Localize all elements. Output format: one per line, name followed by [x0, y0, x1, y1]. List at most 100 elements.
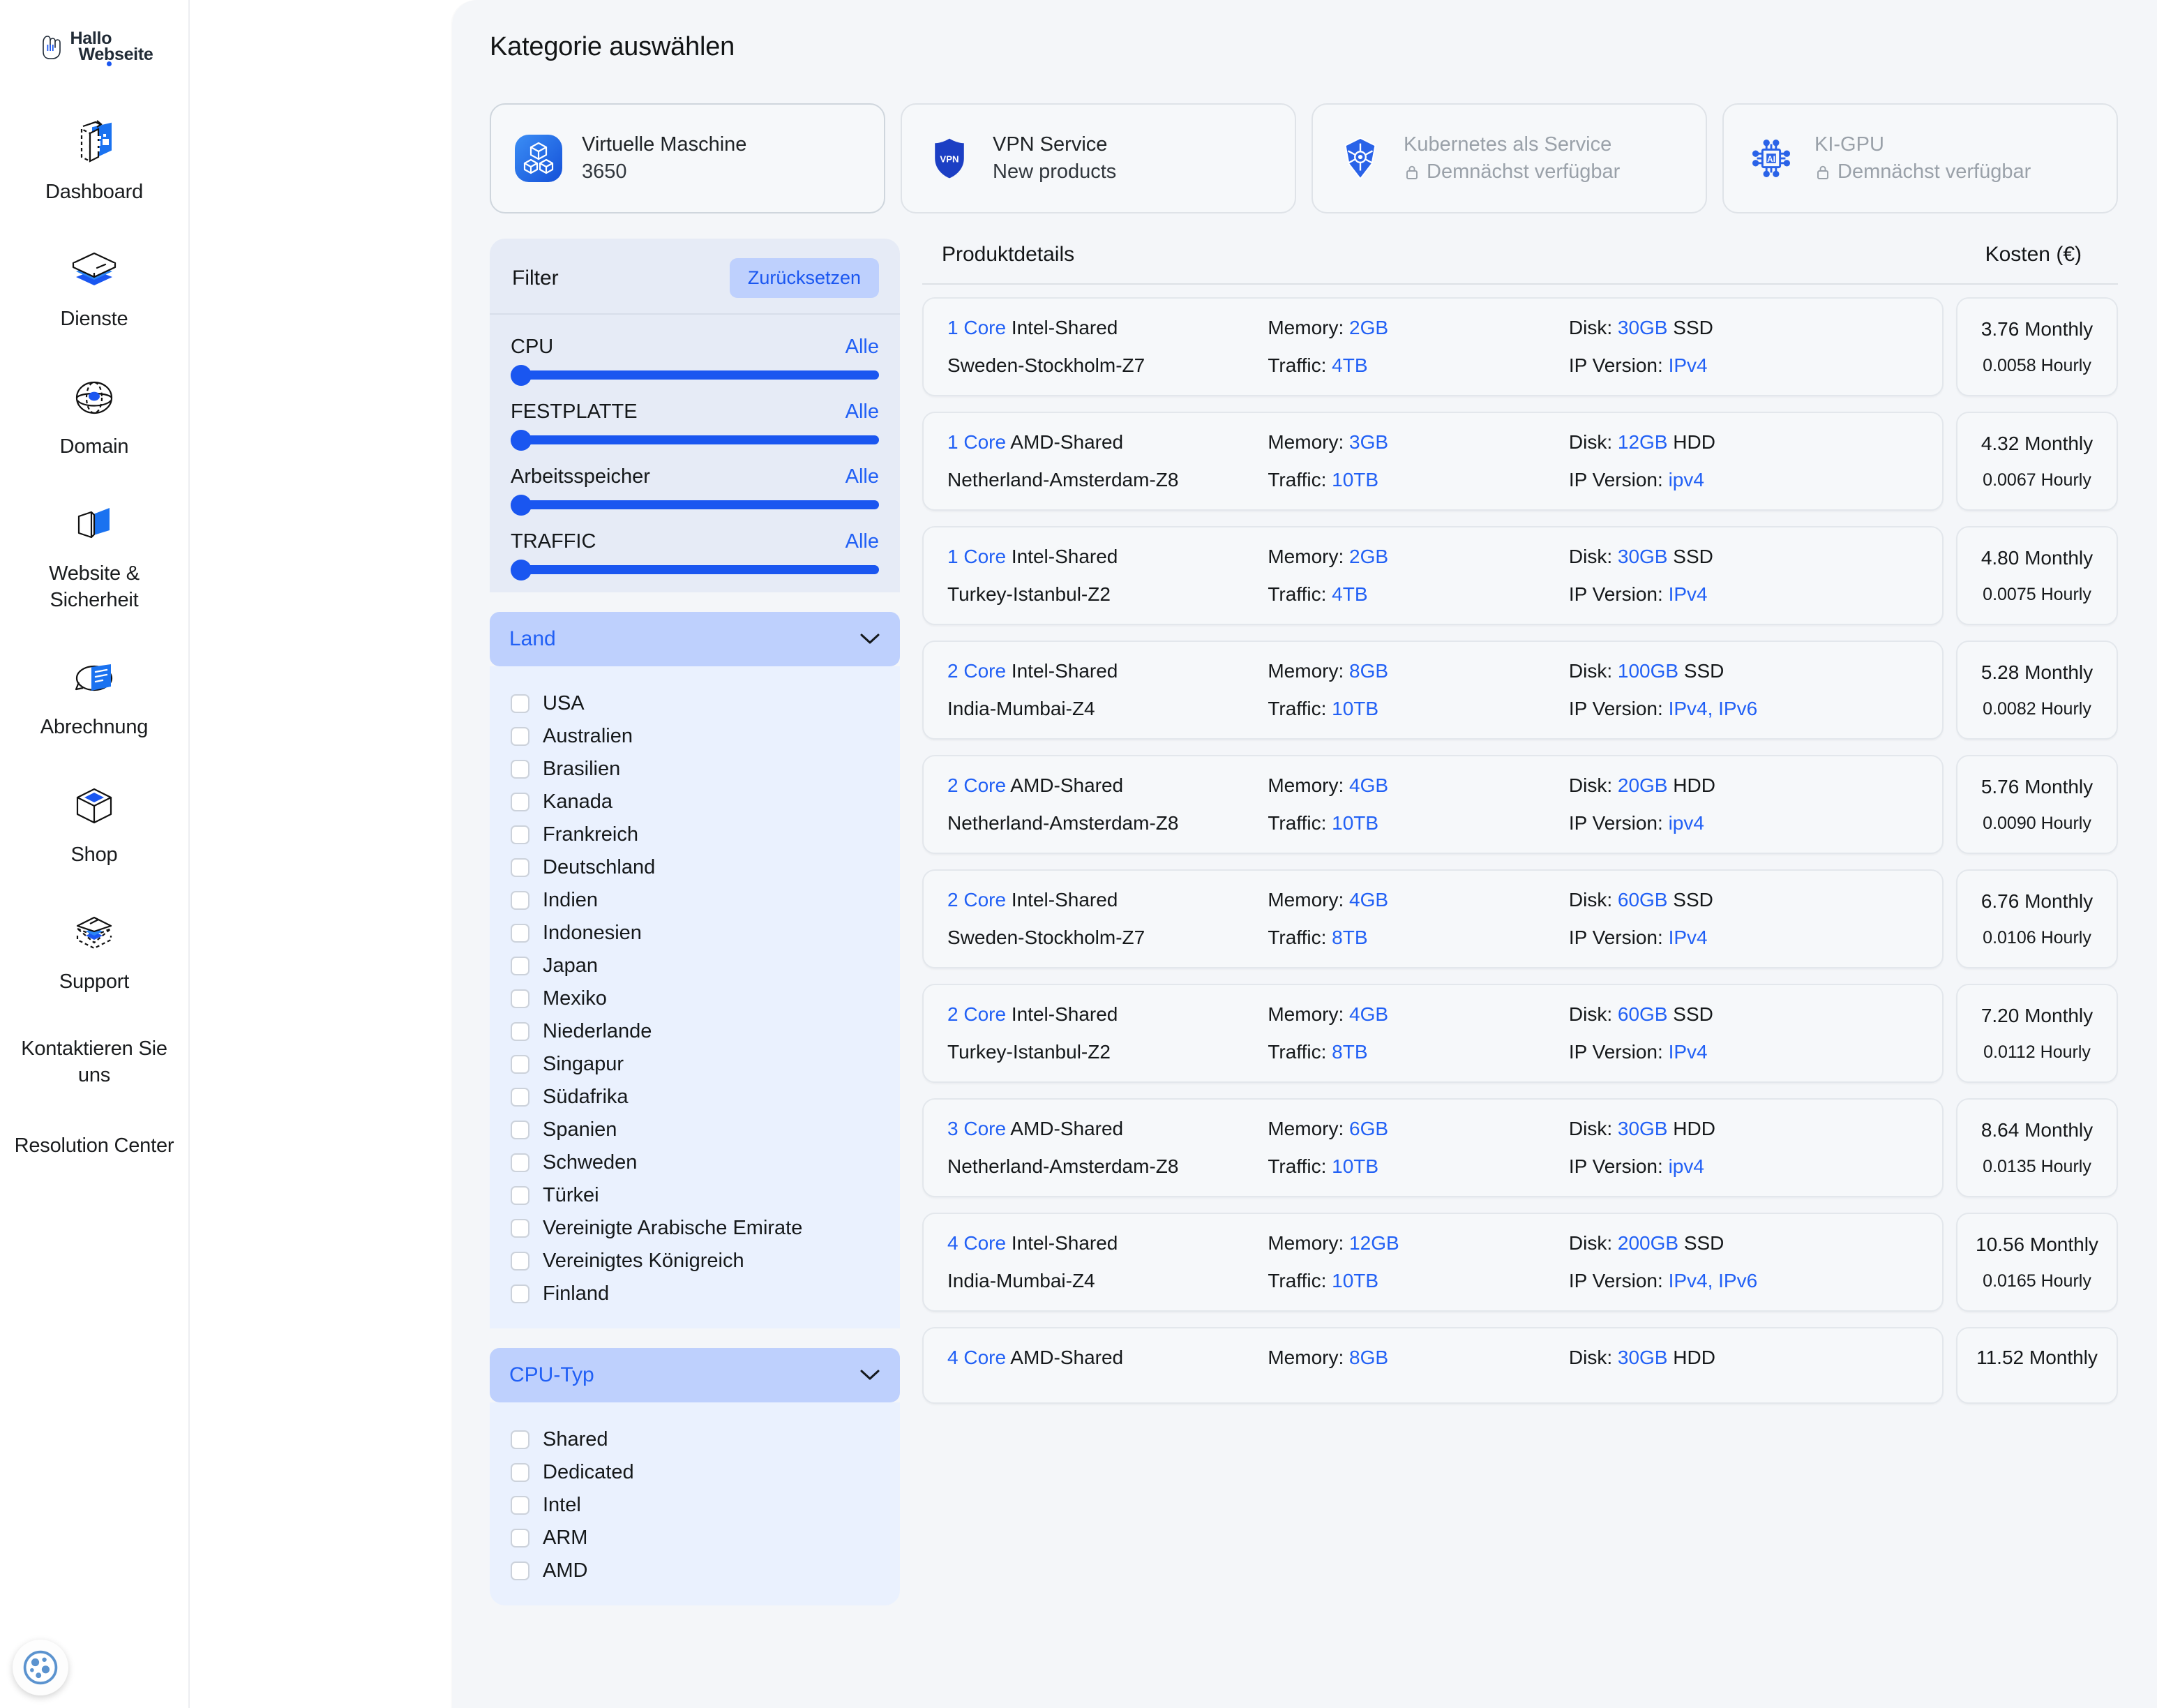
- checkbox[interactable]: [511, 1088, 529, 1107]
- checkbox[interactable]: [511, 1463, 529, 1482]
- slider-thumb[interactable]: [511, 429, 532, 451]
- checkbox[interactable]: [511, 957, 529, 975]
- product-row[interactable]: 4 Core Intel-Shared Memory: 12GB Disk: 200…: [922, 1213, 2118, 1312]
- country-option[interactable]: Brasilien: [490, 753, 900, 786]
- reset-filters-button[interactable]: Zurücksetzen: [729, 258, 879, 298]
- checkbox[interactable]: [511, 891, 529, 910]
- country-option[interactable]: USA: [490, 687, 900, 720]
- product-cost-card[interactable]: 5.28 Monthly 0.0082 Hourly: [1956, 640, 2118, 740]
- country-option[interactable]: Südafrika: [490, 1081, 900, 1114]
- checkbox[interactable]: [511, 924, 529, 943]
- product-row[interactable]: 1 Core AMD-Shared Memory: 3GB Disk: 12GB H…: [922, 412, 2118, 511]
- product-cost-card[interactable]: 11.52 Monthly: [1956, 1327, 2118, 1404]
- product-detail-card[interactable]: 2 Core Intel-Shared Memory: 4GB Disk: 60GB…: [922, 984, 1944, 1083]
- slider-value[interactable]: Alle: [845, 465, 879, 488]
- product-cost-card[interactable]: 10.56 Monthly 0.0165 Hourly: [1956, 1213, 2118, 1312]
- country-option[interactable]: Deutschland: [490, 851, 900, 884]
- sidebar-item-abrechnung[interactable]: Abrechnung: [0, 638, 188, 750]
- product-detail-card[interactable]: 1 Core Intel-Shared Memory: 2GB Disk: 30GB…: [922, 526, 1944, 625]
- accessibility-button[interactable]: [13, 1640, 68, 1695]
- product-row[interactable]: 1 Core Intel-Shared Memory: 2GB Disk: 30GB…: [922, 526, 2118, 625]
- category-card-kubernetes[interactable]: Kubernetes als Service Demnächst verfügb…: [1312, 103, 1707, 214]
- country-option[interactable]: Finland: [490, 1278, 900, 1310]
- german-flag-icon[interactable]: [2075, 27, 2118, 70]
- country-option[interactable]: Türkei: [490, 1179, 900, 1212]
- checkbox[interactable]: [511, 858, 529, 877]
- sidebar-item-resolution-center[interactable]: Resolution Center: [0, 1117, 188, 1169]
- slider-value[interactable]: Alle: [845, 336, 879, 359]
- checkbox[interactable]: [511, 1022, 529, 1041]
- checkbox[interactable]: [511, 1219, 529, 1238]
- slider-thumb[interactable]: [511, 364, 532, 386]
- checkbox[interactable]: [511, 760, 529, 779]
- product-cost-card[interactable]: 8.64 Monthly 0.0135 Hourly: [1956, 1098, 2118, 1197]
- product-cost-card[interactable]: 7.20 Monthly 0.0112 Hourly: [1956, 984, 2118, 1083]
- checkbox[interactable]: [511, 694, 529, 713]
- checkbox[interactable]: [511, 1529, 529, 1548]
- country-option[interactable]: Singapur: [490, 1048, 900, 1081]
- checkbox[interactable]: [511, 825, 529, 844]
- checkbox[interactable]: [511, 1496, 529, 1515]
- slider-track[interactable]: [511, 364, 879, 386]
- product-row[interactable]: 4 Core AMD-Shared Memory: 8GB Disk: 30GB H…: [922, 1327, 2118, 1404]
- sidebar-item-website-sicherheit[interactable]: Website & Sicherheit: [0, 485, 188, 624]
- product-detail-card[interactable]: 1 Core AMD-Shared Memory: 3GB Disk: 12GB H…: [922, 412, 1944, 511]
- checkbox[interactable]: [511, 1121, 529, 1139]
- country-option[interactable]: Spanien: [490, 1114, 900, 1146]
- product-row[interactable]: 1 Core Intel-Shared Memory: 2GB Disk: 30GB…: [922, 297, 2118, 396]
- country-option[interactable]: Mexiko: [490, 982, 900, 1015]
- sidebar-item-support[interactable]: Support: [0, 893, 188, 1005]
- cpu-type-option[interactable]: ARM: [490, 1522, 900, 1555]
- checkbox[interactable]: [511, 1186, 529, 1205]
- checkbox[interactable]: [511, 1252, 529, 1271]
- slider-thumb[interactable]: [511, 494, 532, 516]
- category-card-vpn-service[interactable]: VPN VPN Service New products: [901, 103, 1296, 214]
- sidebar-item-dienste[interactable]: Dienste: [0, 230, 188, 342]
- slider-track[interactable]: [511, 429, 879, 451]
- product-detail-card[interactable]: 2 Core Intel-Shared Memory: 4GB Disk: 60GB…: [922, 869, 1944, 968]
- sidebar-item-kontaktieren-sie-uns[interactable]: Kontaktieren Sie uns: [0, 1020, 188, 1099]
- country-option[interactable]: Schweden: [490, 1146, 900, 1179]
- country-option[interactable]: Australien: [490, 720, 900, 753]
- sidebar-item-dashboard[interactable]: Dashboard: [0, 103, 188, 215]
- product-detail-card[interactable]: 3 Core AMD-Shared Memory: 6GB Disk: 30GB H…: [922, 1098, 1944, 1197]
- checkbox[interactable]: [511, 1561, 529, 1580]
- cpu-type-option[interactable]: AMD: [490, 1555, 900, 1587]
- slider-value[interactable]: Alle: [845, 530, 879, 553]
- checkbox[interactable]: [511, 1284, 529, 1303]
- accordion-cpu-typ[interactable]: CPU-Typ: [490, 1348, 900, 1402]
- country-option[interactable]: Japan: [490, 950, 900, 982]
- country-option[interactable]: Vereinigte Arabische Emirate: [490, 1212, 900, 1245]
- country-option[interactable]: Kanada: [490, 786, 900, 818]
- checkbox[interactable]: [511, 1430, 529, 1449]
- category-card-virtuelle-maschine[interactable]: Virtuelle Maschine 3650: [490, 103, 885, 214]
- slider-value[interactable]: Alle: [845, 400, 879, 424]
- country-option[interactable]: Indien: [490, 884, 900, 917]
- product-cost-card[interactable]: 5.76 Monthly 0.0090 Hourly: [1956, 755, 2118, 854]
- slider-track[interactable]: [511, 494, 879, 516]
- country-option[interactable]: Vereinigtes Königreich: [490, 1245, 900, 1278]
- checkbox[interactable]: [511, 727, 529, 746]
- checkbox[interactable]: [511, 793, 529, 811]
- category-card-ki-gpu[interactable]: AI KI-GPU Demnächst verfügbar: [1722, 103, 2118, 214]
- product-row[interactable]: 2 Core Intel-Shared Memory: 4GB Disk: 60GB…: [922, 984, 2118, 1083]
- checkbox[interactable]: [511, 1055, 529, 1074]
- product-cost-card[interactable]: 4.80 Monthly 0.0075 Hourly: [1956, 526, 2118, 625]
- country-option[interactable]: Niederlande: [490, 1015, 900, 1048]
- product-cost-card[interactable]: 4.32 Monthly 0.0067 Hourly: [1956, 412, 2118, 511]
- product-detail-card[interactable]: 2 Core AMD-Shared Memory: 4GB Disk: 20GB H…: [922, 755, 1944, 854]
- product-row[interactable]: 2 Core Intel-Shared Memory: 4GB Disk: 60GB…: [922, 869, 2118, 968]
- product-detail-card[interactable]: 1 Core Intel-Shared Memory: 2GB Disk: 30GB…: [922, 297, 1944, 396]
- product-detail-card[interactable]: 2 Core Intel-Shared Memory: 8GB Disk: 100G…: [922, 640, 1944, 740]
- product-detail-card[interactable]: 4 Core Intel-Shared Memory: 12GB Disk: 200…: [922, 1213, 1944, 1312]
- product-cost-card[interactable]: 3.76 Monthly 0.0058 Hourly: [1956, 297, 2118, 396]
- sidebar-item-domain[interactable]: Domain: [0, 358, 188, 470]
- cpu-type-option[interactable]: Shared: [490, 1423, 900, 1456]
- product-row[interactable]: 2 Core AMD-Shared Memory: 4GB Disk: 20GB H…: [922, 755, 2118, 854]
- sidebar-item-shop[interactable]: Shop: [0, 766, 188, 878]
- product-cost-card[interactable]: 6.76 Monthly 0.0106 Hourly: [1956, 869, 2118, 968]
- checkbox[interactable]: [511, 1153, 529, 1172]
- accordion-land[interactable]: Land: [490, 612, 900, 666]
- product-detail-card[interactable]: 4 Core AMD-Shared Memory: 8GB Disk: 30GB H…: [922, 1327, 1944, 1404]
- country-option[interactable]: Frankreich: [490, 818, 900, 851]
